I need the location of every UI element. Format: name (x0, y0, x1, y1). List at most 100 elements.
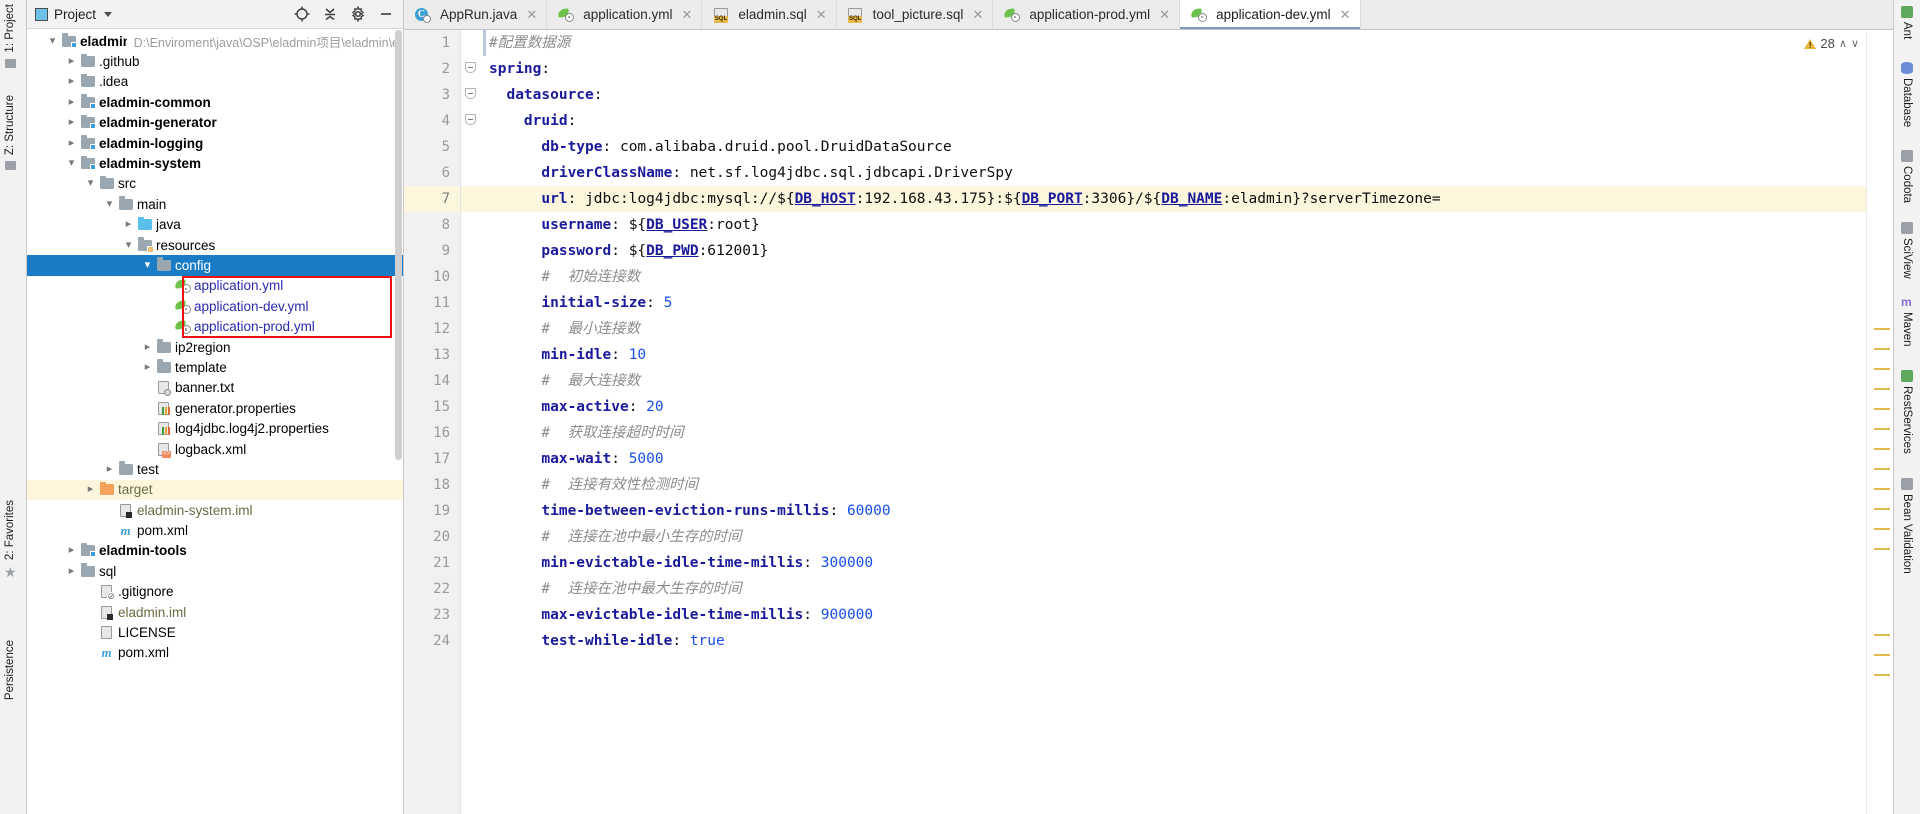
tree-item-eladmin-system[interactable]: ▾ eladmin-system (27, 153, 403, 173)
code-line[interactable]: max-active: 20 (483, 394, 1893, 420)
chevron-right-icon[interactable]: ▸ (64, 137, 79, 149)
code-line[interactable]: # 最大连接数 (483, 368, 1893, 394)
tree-item-eladmin-common[interactable]: ▸ eladmin-common (27, 92, 403, 112)
tree-item-src[interactable]: ▾ src (27, 174, 403, 194)
editor-minimap-column[interactable] (1866, 30, 1893, 814)
code-text[interactable]: #配置数据源 spring: datasource: druid: db-type… (483, 30, 1893, 814)
tree-item-eladmin-iml[interactable]: eladmin.iml (27, 602, 403, 622)
chevron-right-icon[interactable]: ▸ (64, 76, 79, 87)
tree-item-target[interactable]: ▸ target (27, 479, 403, 500)
tree-item-idea[interactable]: ▸ .idea (27, 72, 403, 92)
chevron-down-icon[interactable]: ∨ (1851, 37, 1859, 50)
code-line[interactable]: min-evictable-idle-time-millis: 300000 (483, 550, 1893, 576)
code-line[interactable]: db-type: com.alibaba.druid.pool.DruidDat… (483, 134, 1893, 160)
rail-item-structure[interactable]: Z: Structure (4, 95, 16, 171)
chevron-down-icon[interactable]: ▾ (121, 239, 136, 251)
code-line[interactable]: # 获取连接超时时间 (483, 420, 1893, 446)
code-line[interactable]: driverClassName: net.sf.log4jdbc.sql.jdb… (483, 160, 1893, 186)
rail-item-ant[interactable]: Ant (1894, 6, 1920, 39)
code-line[interactable]: druid: (483, 108, 1893, 134)
close-icon[interactable]: ✕ (682, 8, 693, 21)
tree-item-eladmin[interactable]: ▾ eladmin D:\Enviroment\java\OSP\eladmin项目… (27, 31, 403, 51)
code-line[interactable]: #配置数据源 (483, 30, 1893, 56)
code-line[interactable]: spring: (483, 56, 1893, 82)
chevron-down-icon[interactable]: ▾ (64, 158, 79, 169)
chevron-right-icon[interactable]: ▸ (64, 545, 79, 556)
code-folding-gutter[interactable] (461, 30, 483, 814)
editor-tab-application-yml[interactable]: application.yml ✕ (547, 0, 703, 29)
chevron-down-icon[interactable]: ▾ (140, 259, 155, 271)
code-line[interactable]: # 连接在池中最小生存的时间 (483, 524, 1893, 550)
fold-collapse-icon[interactable] (465, 62, 476, 73)
rail-item-codota[interactable]: Codota (1894, 150, 1920, 203)
project-tree[interactable]: ▾ eladmin D:\Enviroment\java\OSP\eladmin项目… (27, 29, 403, 814)
chevron-right-icon[interactable]: ▸ (64, 96, 79, 108)
tree-item-resources[interactable]: ▾ resources (27, 235, 403, 255)
chevron-right-icon[interactable]: ▸ (64, 117, 79, 128)
code-line[interactable]: username: ${DB_USER:root} (483, 212, 1893, 238)
rail-item-persistence[interactable]: Persistence (4, 640, 16, 700)
editor-tab-application-dev-yml[interactable]: application-dev.yml ✕ (1180, 0, 1361, 29)
tree-item-test[interactable]: ▸ test (27, 459, 403, 479)
rail-item-sciview[interactable]: SciView (1894, 222, 1920, 279)
chevron-down-icon[interactable]: ▾ (83, 178, 98, 189)
settings-gear-icon[interactable] (347, 3, 369, 25)
code-line[interactable]: max-evictable-idle-time-millis: 900000 (483, 602, 1893, 628)
tree-item-sql[interactable]: ▸ sql (27, 561, 403, 581)
tree-item-pom-xml[interactable]: m pom.xml (27, 643, 403, 663)
code-line[interactable]: initial-size: 5 (483, 290, 1893, 316)
chevron-right-icon[interactable]: ▸ (140, 341, 155, 353)
code-line[interactable]: min-idle: 10 (483, 342, 1893, 368)
chevron-down-icon[interactable] (104, 11, 113, 17)
fold-collapse-icon[interactable] (465, 88, 476, 99)
tree-item-eladmin-tools[interactable]: ▸ eladmin-tools (27, 541, 403, 561)
code-line[interactable]: # 连接在池中最大生存的时间 (483, 576, 1893, 602)
code-line[interactable]: password: ${DB_PWD:612001} (483, 238, 1893, 264)
code-line[interactable]: test-while-idle: true (483, 628, 1893, 654)
rail-item-favorites[interactable]: 2: Favorites ★ (4, 500, 17, 579)
rail-item-database[interactable]: Database (1894, 62, 1920, 127)
collapse-all-icon[interactable] (319, 3, 341, 25)
close-icon[interactable]: ✕ (526, 8, 537, 21)
tree-item-logback-xml[interactable]: logback.xml (27, 439, 403, 459)
chevron-right-icon[interactable]: ▸ (102, 463, 117, 475)
locate-icon[interactable] (291, 3, 313, 25)
tree-item-banner-txt[interactable]: banner.txt (27, 378, 403, 398)
chevron-right-icon[interactable]: ▸ (64, 56, 79, 67)
tree-item-ip2region[interactable]: ▸ ip2region (27, 337, 403, 357)
code-line[interactable]: # 初始连接数 (483, 264, 1893, 290)
tree-item-github[interactable]: ▸ .github (27, 51, 403, 71)
close-icon[interactable]: ✕ (816, 8, 827, 21)
code-line[interactable]: # 连接有效性检测时间 (483, 472, 1893, 498)
editor-tab-apprun-java[interactable]: C AppRun.java ✕ (404, 0, 548, 29)
tree-item-config[interactable]: ▾ config (27, 255, 403, 276)
editor-tab-bar[interactable]: CAppRun.java✕application.yml✕eladmin.sql… (404, 0, 1893, 30)
fold-region[interactable] (461, 82, 483, 108)
tree-item-log4jdbc-log4j2-properties[interactable]: log4jdbc.log4j2.properties (27, 418, 403, 438)
code-line[interactable]: # 最小连接数 (483, 316, 1893, 342)
rail-item-project[interactable]: 1: Project (4, 4, 16, 68)
editor-tab-tool-picture-sql[interactable]: tool_picture.sql ✕ (836, 0, 994, 29)
chevron-right-icon[interactable]: ▸ (121, 219, 136, 230)
tree-item-gitignore[interactable]: .gitignore (27, 582, 403, 602)
rail-item-maven[interactable]: m Maven (1894, 296, 1920, 347)
chevron-up-icon[interactable]: ∧ (1839, 37, 1847, 50)
chevron-down-icon[interactable]: ▾ (45, 35, 60, 47)
code-line[interactable]: time-between-eviction-runs-millis: 60000 (483, 498, 1893, 524)
editor-tab-application-prod-yml[interactable]: application-prod.yml ✕ (993, 0, 1181, 29)
fold-region[interactable] (461, 56, 483, 82)
tree-item-license[interactable]: LICENSE (27, 622, 403, 642)
code-line[interactable]: datasource: (483, 82, 1893, 108)
fold-collapse-icon[interactable] (465, 114, 476, 125)
tree-item-application-prod-yml[interactable]: application-prod.yml (27, 316, 403, 336)
project-scrollbar[interactable] (394, 30, 403, 470)
code-line[interactable]: url: jdbc:log4jdbc:mysql://${DB_HOST:192… (483, 30, 1893, 212)
chevron-right-icon[interactable]: ▸ (140, 361, 155, 373)
close-icon[interactable]: ✕ (1340, 8, 1351, 21)
tree-item-application-yml[interactable]: application.yml (27, 276, 403, 296)
editor-tab-eladmin-sql[interactable]: eladmin.sql ✕ (702, 0, 837, 29)
chevron-right-icon[interactable]: ▸ (83, 484, 98, 495)
rail-item-restservices[interactable]: RestServices (1894, 370, 1920, 454)
close-icon[interactable]: ✕ (972, 8, 983, 21)
tree-item-template[interactable]: ▸ template (27, 357, 403, 377)
